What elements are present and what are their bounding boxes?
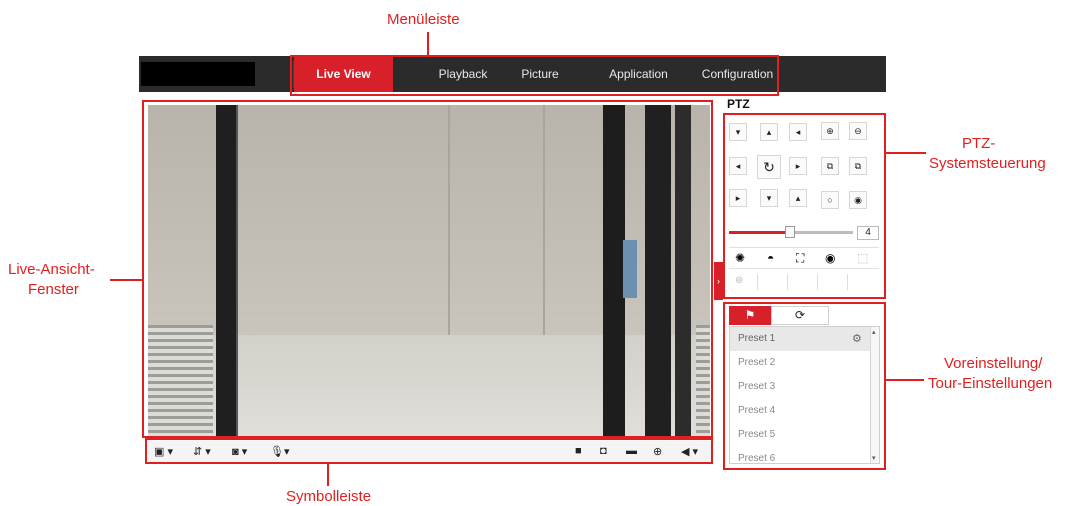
light-icon[interactable]: ✺ [735,251,745,265]
scroll-down-icon[interactable]: ▾ [872,454,876,462]
focus-far-icon[interactable]: ⧉ [849,157,867,175]
list-item[interactable]: Preset 3 [730,375,870,399]
ptz-auto-icon[interactable]: ↻ [757,155,781,179]
ptz-divider [787,274,788,290]
callout-ptz-line [886,152,926,154]
list-item[interactable]: Preset 6 [730,447,870,464]
ptz-down-right-icon[interactable]: ▴ [789,189,807,207]
focus-near-icon[interactable]: ⧉ [821,157,839,175]
3d-position-icon[interactable]: ⊛ [735,275,743,286]
ptz-title: PTZ [727,97,750,111]
slider-thumb[interactable] [785,226,795,238]
scroll-up-icon[interactable]: ▴ [872,328,876,336]
iris-close-icon[interactable]: ◉ [849,191,867,209]
zoom-in-icon[interactable]: ⊕ [821,122,839,140]
ptz-up-left-icon[interactable]: ▾ [729,123,747,141]
tab-preset[interactable]: ⚑ [729,306,771,325]
menu-call-icon[interactable]: ◉ [825,251,835,265]
ptz-up-right-icon[interactable]: ◂ [789,123,807,141]
list-item[interactable]: Preset 4 [730,399,870,423]
zoom-out-icon[interactable]: ⊖ [849,122,867,140]
iris-open-icon[interactable]: ○ [821,191,839,209]
ptz-speed-value: 4 [857,226,879,240]
wiper-icon[interactable]: ◓ [767,251,774,265]
ptz-speed-slider[interactable] [729,226,853,238]
ptz-divider [757,274,758,290]
callout-live-view-2: Fenster [28,281,79,298]
zoom-3d-icon[interactable]: ⛶ [796,251,804,266]
callout-ptz-1: PTZ- [962,135,996,152]
ptz-up-icon[interactable]: ▴ [760,123,778,141]
region-focus-icon[interactable]: ⬚ [857,251,868,265]
highlight-toolbar [145,438,713,464]
callout-live-view-line [110,279,144,281]
ptz-down-icon[interactable]: ▾ [760,189,778,207]
list-item[interactable]: Preset 5 [730,423,870,447]
collapse-panel-button[interactable]: › [714,262,723,300]
ptz-divider [847,274,848,290]
list-item[interactable]: Preset 2 [730,351,870,375]
ptz-right-icon[interactable]: ▸ [789,157,807,175]
highlight-menu-bar [290,55,779,96]
tab-tour[interactable]: ⟳ [771,306,829,325]
callout-toolbar-line [327,464,329,486]
ptz-left-icon[interactable]: ◂ [729,157,747,175]
callout-toolbar: Symbolleiste [286,488,372,505]
logo [141,62,255,86]
ptz-divider [817,274,818,290]
gear-icon[interactable]: ⚙ [852,332,862,345]
callout-preset-1: Voreinstellung/ [944,355,1043,372]
ptz-function-row-1: ✺ ◓ ⛶ ◉ ⬚ [729,247,879,269]
callout-preset-2: Tour-Einstellungen [928,375,1053,392]
slider-fill [729,231,789,234]
callout-ptz-2: Systemsteuerung [929,155,1046,172]
list-item[interactable]: Preset 1 [730,327,870,351]
callout-menu-bar: Menüleiste [387,11,460,28]
highlight-live-view [142,100,713,438]
preset-list: Preset 1 ⚙ Preset 2 Preset 3 Preset 4 Pr… [729,326,880,464]
callout-live-view-1: Live-Ansicht- [8,261,95,278]
ptz-function-row-2: ⊛ [729,272,879,292]
ptz-down-left-icon[interactable]: ▸ [729,189,747,207]
scrollbar[interactable]: ▴ ▾ [870,327,879,463]
callout-preset-line [886,379,924,381]
